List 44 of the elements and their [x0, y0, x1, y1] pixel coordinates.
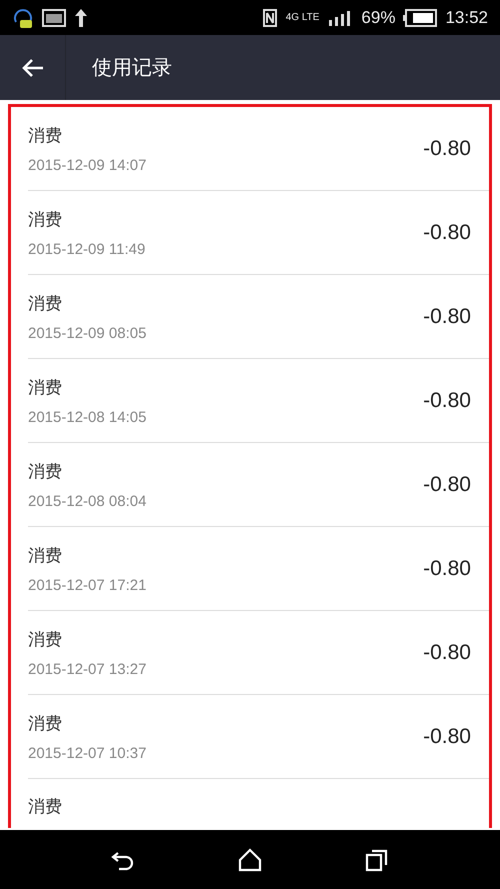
record-amount: -0.80 [423, 556, 471, 580]
back-arrow-icon[interactable] [20, 56, 44, 78]
page-title: 使用记录 [92, 54, 172, 81]
record-date: 2015-12-08 08:04 [28, 492, 148, 510]
record-date: 2015-12-07 10:37 [28, 744, 148, 762]
record-row[interactable]: 消费 2015-12-09 11:49 -0.80 [28, 191, 489, 275]
record-date: 2015-12-09 11:49 [28, 240, 146, 258]
battery-icon [403, 8, 438, 26]
record-date: 2015-12-08 14:05 [28, 408, 148, 426]
record-row[interactable]: 消费 2015-12-09 08:05 -0.80 [28, 275, 489, 359]
record-amount: -0.80 [423, 220, 471, 244]
battery-percent: 69% [361, 8, 396, 28]
record-amount: -0.80 [423, 724, 471, 748]
network-label: 4G LTE [286, 12, 320, 23]
record-title: 消费 [28, 796, 63, 818]
record-amount: -0.80 [423, 640, 471, 664]
record-row[interactable]: 消费 2015-12-07 10:37 -0.80 [28, 695, 489, 779]
record-date: 2015-12-09 08:05 [28, 324, 148, 342]
nfc-icon [262, 8, 278, 28]
record-title: 消费 [28, 712, 63, 734]
image-icon [42, 8, 66, 26]
recent-apps-icon[interactable] [364, 848, 389, 872]
record-row[interactable]: 消费 2015-12-07 17:21 -0.80 [28, 527, 489, 611]
record-title: 消费 [28, 544, 63, 566]
record-row[interactable]: 消费 2015-12-08 08:04 -0.80 [28, 443, 489, 527]
record-date: 2015-12-07 17:21 [28, 576, 148, 594]
record-title: 消费 [28, 208, 63, 230]
record-row[interactable]: 消费 2015-12-08 14:05 -0.80 [28, 359, 489, 443]
record-amount: -0.80 [423, 388, 471, 412]
record-amount: -0.80 [423, 472, 471, 496]
record-title: 消费 [28, 376, 63, 398]
record-title: 消费 [28, 460, 63, 482]
record-amount: -0.80 [423, 304, 471, 328]
record-amount: -0.80 [423, 136, 471, 160]
record-row[interactable]: 消费 2015-12-09 14:07 -0.80 [28, 107, 489, 191]
record-title: 消费 [28, 292, 63, 314]
clock-time: 13:52 [445, 8, 488, 28]
record-row[interactable]: 消费 2015-12-07 13:27 -0.80 [28, 611, 489, 695]
record-title: 消费 [28, 628, 63, 650]
record-date: 2015-12-07 13:27 [28, 660, 148, 678]
home-icon[interactable] [238, 848, 262, 872]
record-title: 消费 [28, 124, 63, 146]
record-date: 2015-12-09 14:07 [28, 156, 148, 174]
upload-icon [74, 6, 88, 28]
